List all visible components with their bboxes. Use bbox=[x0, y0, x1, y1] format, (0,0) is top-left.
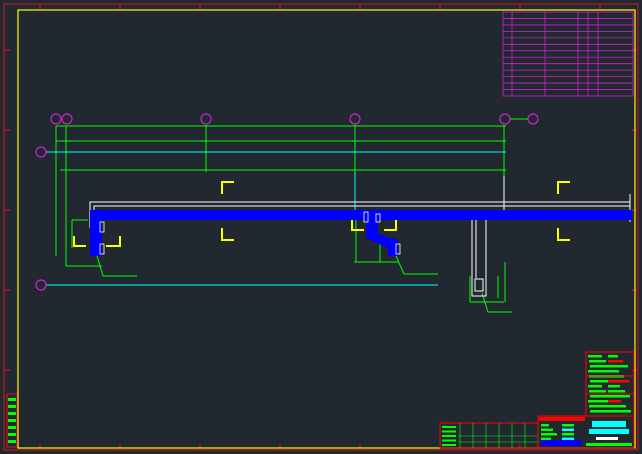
title-block-text-line bbox=[588, 355, 602, 358]
stamp-cell bbox=[8, 440, 16, 443]
title-block-text-line bbox=[588, 370, 611, 373]
title-block-text-line bbox=[588, 400, 611, 403]
title-block-text-line bbox=[608, 395, 630, 398]
stamp-cell bbox=[8, 433, 16, 436]
title-block-text-line bbox=[562, 437, 574, 440]
title-block-text-line bbox=[588, 385, 602, 388]
title-block-text-line bbox=[608, 365, 628, 368]
title-block-text-line bbox=[541, 437, 551, 440]
title-block-text-line bbox=[608, 405, 626, 408]
main-duct-run bbox=[92, 210, 632, 220]
title-block-text-line bbox=[589, 390, 606, 393]
title-block-text-line bbox=[442, 439, 456, 442]
stamp-cell bbox=[8, 412, 16, 415]
stamp-cell bbox=[8, 419, 16, 422]
title-block-text-line bbox=[608, 360, 623, 363]
title-block-logo bbox=[592, 421, 626, 427]
title-block-text-line bbox=[608, 390, 625, 393]
title-block-red-bar bbox=[539, 417, 585, 421]
title-block-text-line bbox=[608, 410, 631, 413]
title-block-text-line bbox=[608, 355, 618, 358]
title-block-text-line bbox=[590, 365, 610, 368]
title-block-logo-text bbox=[596, 437, 618, 440]
title-block-text-line bbox=[608, 400, 621, 403]
stamp-cell bbox=[8, 398, 16, 401]
title-block-text-line bbox=[590, 395, 610, 398]
title-block-text-line bbox=[442, 435, 456, 437]
title-block-text-line bbox=[608, 370, 619, 373]
cad-drawing bbox=[0, 0, 642, 454]
title-block-text-line bbox=[442, 426, 456, 428]
title-block-text-line bbox=[442, 444, 456, 446]
title-block-text-line bbox=[589, 360, 606, 363]
title-block-text-line bbox=[586, 443, 632, 446]
title-block-text-line bbox=[541, 433, 557, 436]
stamp-cell bbox=[8, 405, 16, 408]
stamp-cell bbox=[8, 426, 16, 429]
cad-drawing-canvas bbox=[0, 0, 642, 454]
title-block-text-line bbox=[541, 428, 553, 431]
title-block-text-line bbox=[562, 424, 574, 427]
title-block-text-line bbox=[562, 428, 574, 431]
title-block-text-line bbox=[562, 433, 574, 436]
title-block-text-line bbox=[608, 385, 620, 388]
title-block-text-line bbox=[442, 430, 456, 433]
title-block-text-line bbox=[541, 424, 549, 427]
title-block-text-line bbox=[608, 380, 629, 383]
title-block-logo bbox=[589, 429, 629, 434]
title-block-blue-cell bbox=[541, 440, 581, 446]
